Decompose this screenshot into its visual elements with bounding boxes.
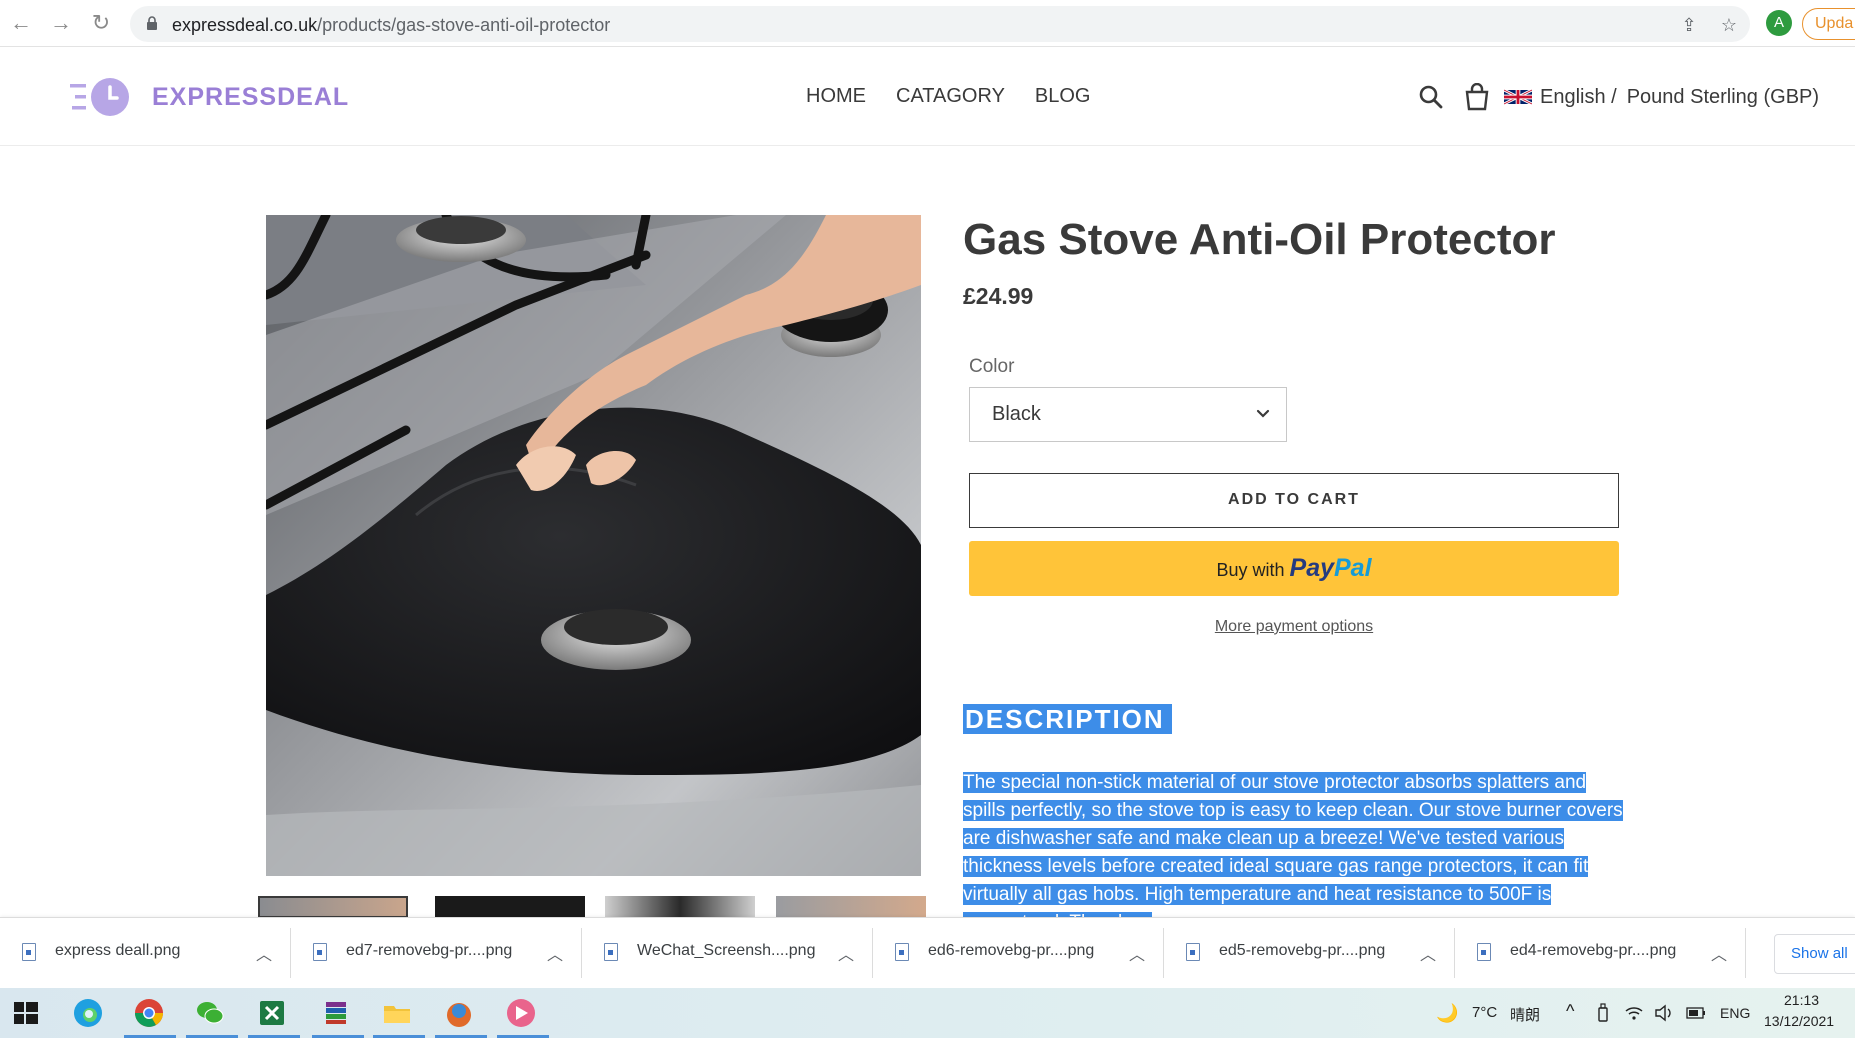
- weather-status[interactable]: 晴朗: [1510, 1004, 1540, 1025]
- chevron-up-icon[interactable]: ^: [1566, 1001, 1574, 1022]
- reload-icon[interactable]: ↻: [88, 10, 114, 36]
- nav-home[interactable]: HOME: [806, 85, 866, 108]
- show-all-downloads-button[interactable]: Show all: [1774, 934, 1855, 974]
- uk-flag-icon[interactable]: [1504, 89, 1532, 105]
- volume-icon[interactable]: [1654, 1004, 1674, 1022]
- color-select[interactable]: Black: [969, 387, 1287, 442]
- site-header: EXPRESSDEAL HOME CATAGORY BLOG English /…: [0, 47, 1855, 146]
- chevron-down-icon: [1256, 409, 1270, 418]
- download-filename: ed5-removebg-pr....png: [1219, 942, 1386, 959]
- update-button[interactable]: Upda: [1802, 8, 1855, 40]
- paypal-logo-pal: Pal: [1334, 554, 1372, 582]
- description-text: The special non-stick material of our st…: [963, 769, 1633, 917]
- paypal-button[interactable]: Buy with PayPal: [969, 541, 1619, 596]
- product-price: £24.99: [963, 283, 1034, 309]
- download-item[interactable]: WeChat_Screensh....png ︿: [582, 928, 873, 978]
- download-filename: WeChat_Screensh....png: [637, 942, 816, 959]
- download-filename: ed6-removebg-pr....png: [928, 942, 1095, 959]
- currency-selector[interactable]: Pound Sterling (GBP): [1627, 86, 1819, 109]
- stove-protector-image: [266, 215, 921, 876]
- download-filename: ed4-removebg-pr....png: [1510, 942, 1677, 959]
- snipping-tool-icon[interactable]: [503, 995, 539, 1031]
- download-item[interactable]: ed6-removebg-pr....png ︿: [873, 928, 1164, 978]
- url-text: expressdeal.co.uk/products/gas-stove-ant…: [172, 15, 611, 35]
- nav-blog[interactable]: BLOG: [1035, 85, 1091, 108]
- temperature[interactable]: 7°C: [1472, 1004, 1497, 1021]
- excel-icon[interactable]: [254, 995, 290, 1031]
- image-file-icon: [313, 943, 327, 961]
- chevron-up-icon[interactable]: ︿: [547, 941, 563, 965]
- download-item[interactable]: express deall.png ︿: [0, 928, 291, 978]
- nav-category[interactable]: CATAGORY: [896, 85, 1005, 108]
- add-to-cart-button[interactable]: ADD TO CART: [969, 473, 1619, 528]
- wechat-icon[interactable]: [192, 995, 228, 1031]
- language-selector[interactable]: English /: [1540, 86, 1617, 109]
- paypal-prefix: Buy with: [1216, 560, 1285, 580]
- taskbar: 🌙 7°C 晴朗 ^ ENG 21:13 13/12/2021: [0, 988, 1855, 1038]
- clock-date[interactable]: 13/12/2021: [1764, 1013, 1834, 1029]
- star-icon[interactable]: ☆: [1718, 14, 1740, 36]
- moon-weather-icon[interactable]: 🌙: [1436, 1003, 1458, 1024]
- image-file-icon: [22, 943, 36, 961]
- clock-time[interactable]: 21:13: [1784, 992, 1819, 1008]
- downloads-bar: express deall.png ︿ ed7-removebg-pr....p…: [0, 917, 1855, 988]
- download-item[interactable]: ed5-removebg-pr....png ︿: [1164, 928, 1455, 978]
- image-file-icon: [1477, 943, 1491, 961]
- lock-icon: [147, 16, 157, 30]
- usb-device-icon[interactable]: [1596, 1003, 1610, 1023]
- winrar-icon[interactable]: [318, 995, 354, 1031]
- header-actions: English / Pound Sterling (GBP): [1418, 83, 1819, 111]
- product-thumbnail-2[interactable]: [435, 896, 585, 918]
- download-filename: ed7-removebg-pr....png: [346, 942, 513, 959]
- product-thumbnail-4[interactable]: [776, 896, 926, 918]
- chevron-up-icon[interactable]: ︿: [1420, 941, 1436, 965]
- share-icon[interactable]: ⇪: [1678, 14, 1700, 36]
- edge-browser-icon[interactable]: [70, 995, 106, 1031]
- profile-avatar[interactable]: A: [1766, 10, 1792, 36]
- description-heading: DESCRIPTION: [963, 704, 1172, 734]
- product-thumbnail-1[interactable]: [258, 896, 408, 918]
- download-filename: express deall.png: [55, 942, 181, 959]
- cart-bag-icon[interactable]: [1464, 83, 1490, 111]
- color-select-value: Black: [992, 403, 1041, 425]
- download-item[interactable]: ed7-removebg-pr....png ︿: [291, 928, 582, 978]
- download-item[interactable]: ed4-removebg-pr....png ︿: [1455, 928, 1746, 978]
- file-explorer-icon[interactable]: [379, 995, 415, 1031]
- windows-start-icon[interactable]: [8, 995, 44, 1031]
- clock-logo-icon: [70, 78, 129, 116]
- image-file-icon: [1186, 943, 1200, 961]
- chevron-up-icon[interactable]: ︿: [256, 941, 272, 965]
- chevron-up-icon[interactable]: ︿: [1129, 941, 1145, 965]
- image-file-icon: [895, 943, 909, 961]
- more-payment-options-link[interactable]: More payment options: [969, 618, 1619, 636]
- input-language[interactable]: ENG: [1720, 1005, 1750, 1021]
- image-file-icon: [604, 943, 618, 961]
- address-bar[interactable]: expressdeal.co.uk/products/gas-stove-ant…: [130, 6, 1750, 42]
- color-label: Color: [969, 356, 1015, 377]
- logo-text: EXPRESSDEAL: [152, 82, 350, 111]
- product-main-image[interactable]: [266, 215, 921, 876]
- chrome-icon[interactable]: [131, 995, 167, 1031]
- back-arrow-icon[interactable]: ←: [8, 10, 34, 36]
- main-nav: HOME CATAGORY BLOG: [806, 85, 1090, 108]
- chevron-up-icon[interactable]: ︿: [838, 941, 854, 965]
- forward-arrow-icon[interactable]: →: [48, 10, 74, 36]
- browser-toolbar: ← → ↻ expressdeal.co.uk/products/gas-sto…: [0, 0, 1855, 47]
- product-thumbnail-3[interactable]: [605, 896, 755, 918]
- wifi-icon[interactable]: [1625, 1005, 1643, 1021]
- paypal-logo-pay: Pay: [1289, 554, 1334, 582]
- logo[interactable]: EXPRESSDEAL: [70, 75, 349, 119]
- product-title: Gas Stove Anti-Oil Protector: [963, 215, 1556, 264]
- chevron-up-icon[interactable]: ︿: [1711, 941, 1727, 965]
- battery-icon[interactable]: [1686, 1007, 1706, 1019]
- search-icon[interactable]: [1418, 84, 1444, 110]
- game-app-icon[interactable]: [441, 995, 477, 1031]
